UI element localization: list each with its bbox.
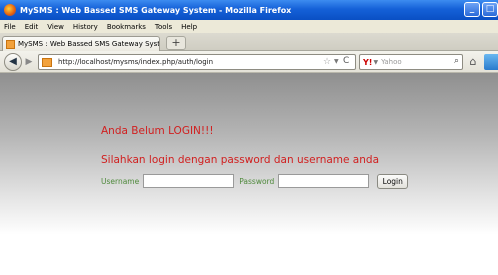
tab-mysms[interactable]: MySMS : Web Bassed SMS Gateway System (2, 36, 160, 51)
firefox-logo-icon (4, 4, 16, 16)
menu-tools[interactable]: Tools (155, 23, 172, 31)
search-engine-dropdown-icon[interactable]: ▼ (373, 59, 378, 66)
url-dropdown-icon[interactable]: ▼ (334, 58, 339, 65)
password-input[interactable] (278, 174, 370, 188)
menu-file[interactable]: File (4, 23, 16, 31)
menu-help[interactable]: Help (181, 23, 197, 31)
window-titlebar[interactable]: MySMS : Web Bassed SMS Gateway System - … (0, 0, 498, 20)
reload-icon[interactable]: C (343, 56, 349, 66)
menu-view[interactable]: View (47, 23, 64, 31)
url-text[interactable]: http://localhost/mysms/index.php/auth/lo… (58, 58, 213, 66)
forward-arrow-icon[interactable]: ▶ (22, 56, 36, 68)
maximize-button[interactable]: □ (482, 2, 498, 17)
password-label: Password (239, 176, 275, 186)
search-placeholder[interactable]: Yahoo (381, 58, 402, 66)
site-favicon-icon (6, 39, 15, 49)
home-icon[interactable]: ⌂ (465, 54, 481, 70)
extension-icon[interactable] (484, 54, 498, 70)
tab-label: MySMS : Web Bassed SMS Gateway System (18, 40, 159, 48)
window-title: MySMS : Web Bassed SMS Gateway System - … (20, 5, 292, 15)
search-icon[interactable]: ⌕ (454, 56, 459, 66)
menu-edit[interactable]: Edit (25, 23, 39, 31)
search-bar[interactable]: Y! ▼ Yahoo ⌕ (359, 54, 463, 70)
tab-strip: MySMS : Web Bassed SMS Gateway System + (0, 33, 498, 51)
url-bar[interactable]: http://localhost/mysms/index.php/auth/lo… (38, 54, 356, 70)
yahoo-icon[interactable]: Y! (363, 58, 372, 67)
minimize-button[interactable]: _ (464, 2, 480, 17)
bookmark-star-icon[interactable]: ☆ (323, 57, 331, 67)
menu-bar: File Edit View History Bookmarks Tools H… (0, 20, 498, 33)
username-label: Username (101, 176, 140, 186)
login-instruction-text: Silahkan login dengan password dan usern… (101, 154, 379, 166)
menu-history[interactable]: History (73, 23, 98, 31)
login-form: Username Password Login (101, 173, 409, 189)
navigation-toolbar: ◀ ▶ http://localhost/mysms/index.php/aut… (0, 51, 498, 73)
login-warning-text: Anda Belum LOGIN!!! (101, 125, 214, 137)
back-arrow-icon[interactable]: ◀ (4, 53, 22, 71)
site-identity-icon[interactable] (42, 57, 52, 67)
menu-bookmarks[interactable]: Bookmarks (107, 23, 146, 31)
login-button[interactable]: Login (377, 173, 409, 189)
username-input[interactable] (143, 174, 235, 188)
new-tab-button[interactable]: + (166, 36, 186, 50)
